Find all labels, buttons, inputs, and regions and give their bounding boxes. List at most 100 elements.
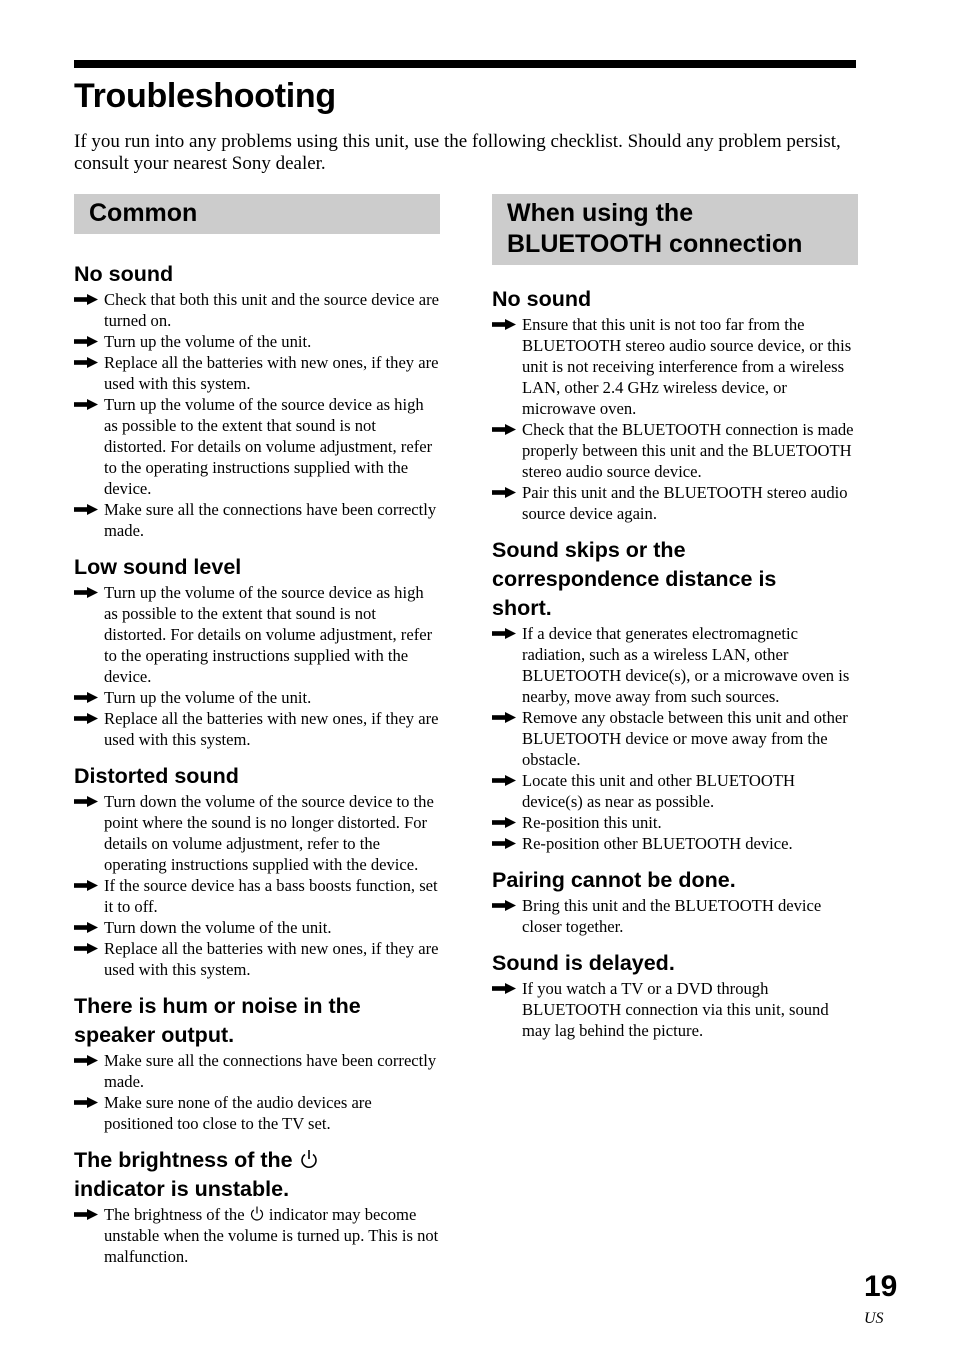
arrow-right-icon <box>74 294 98 305</box>
arrow-right-icon <box>74 587 98 598</box>
item-text: Locate this unit and other BLUETOOTH dev… <box>522 771 795 811</box>
list-item: If you watch a TV or a DVD through BLUET… <box>492 978 858 1041</box>
item-text: Re-position other BLUETOOTH device. <box>522 834 793 853</box>
topic-title: Sound skips or the correspondence distan… <box>492 538 777 620</box>
list-item: Check that both this unit and the source… <box>74 289 440 331</box>
item-text: If you watch a TV or a DVD through BLUET… <box>522 979 829 1040</box>
arrow-right-icon <box>492 487 516 498</box>
arrow-right-icon <box>492 900 516 911</box>
page-title: Troubleshooting <box>74 77 336 115</box>
item-text: If the source device has a bass boosts f… <box>104 876 438 916</box>
list-item: Turn down the volume of the unit. <box>74 917 440 938</box>
topic-title-part1: The brightness of the <box>74 1148 293 1172</box>
item-text: Bring this unit and the BLUETOOTH device… <box>522 896 822 936</box>
page-number: 19 <box>864 1270 898 1303</box>
list-item: Turn up the volume of the unit. <box>74 331 440 352</box>
topic-items: Check that both this unit and the source… <box>74 289 440 541</box>
bluetooth-column: When using the BLUETOOTH connection No s… <box>492 194 858 1041</box>
item-text: Check that the BLUETOOTH connection is m… <box>522 420 854 481</box>
arrow-right-icon <box>74 357 98 368</box>
topic-bt-no-sound: No sound Ensure that this unit is not to… <box>492 285 858 524</box>
arrow-right-icon <box>74 880 98 891</box>
arrow-right-icon <box>492 712 516 723</box>
list-item: Turn up the volume of the unit. <box>74 687 440 708</box>
list-item: Re-position other BLUETOOTH device. <box>492 833 858 854</box>
item-text: Pair this unit and the BLUETOOTH stereo … <box>522 483 848 523</box>
topic-items: Ensure that this unit is not too far fro… <box>492 314 858 524</box>
list-item: Make sure none of the audio devices are … <box>74 1092 440 1134</box>
topic-no-sound: No sound Check that both this unit and t… <box>74 260 440 541</box>
topic-title: Distorted sound <box>74 764 239 788</box>
arrow-right-icon <box>74 336 98 347</box>
list-item: Replace all the batteries with new ones,… <box>74 352 440 394</box>
topic-sound-delayed: Sound is delayed. If you watch a TV or a… <box>492 949 858 1041</box>
section-heading-bluetooth: When using the BLUETOOTH connection <box>492 194 858 265</box>
list-item: Turn up the volume of the source device … <box>74 394 440 499</box>
arrow-right-icon <box>74 1097 98 1108</box>
list-item: Ensure that this unit is not too far fro… <box>492 314 858 419</box>
arrow-right-icon <box>74 504 98 515</box>
topic-title: Low sound level <box>74 555 242 579</box>
section-heading-common: Common <box>74 194 440 234</box>
arrow-right-icon <box>492 817 516 828</box>
arrow-right-icon <box>492 983 516 994</box>
power-icon <box>300 1150 317 1168</box>
topic-distorted-sound: Distorted sound Turn down the volume of … <box>74 762 440 980</box>
arrow-right-icon <box>74 922 98 933</box>
list-item: Check that the BLUETOOTH connection is m… <box>492 419 858 482</box>
item-text: Turn up the volume of the source device … <box>104 395 433 498</box>
item-text: Turn up the volume of the source device … <box>104 583 433 686</box>
section-heading-line1: When using the <box>507 199 694 227</box>
arrow-right-icon <box>74 943 98 954</box>
list-item: Replace all the batteries with new ones,… <box>74 708 440 750</box>
item-text: Replace all the batteries with new ones,… <box>104 709 439 749</box>
topic-title: Pairing cannot be done. <box>492 868 736 892</box>
arrow-right-icon <box>492 838 516 849</box>
arrow-right-icon <box>74 796 98 807</box>
list-item: Remove any obstacle between this unit an… <box>492 707 858 770</box>
list-item: Make sure all the connections have been … <box>74 499 440 541</box>
topic-items: The brightness of the indicator may beco… <box>74 1204 440 1267</box>
topic-items: If a device that generates electromagnet… <box>492 623 858 854</box>
power-icon <box>250 1206 263 1221</box>
topic-pairing: Pairing cannot be done. Bring this unit … <box>492 866 858 937</box>
topic-items: Turn down the volume of the source devic… <box>74 791 440 980</box>
top-rule <box>74 60 856 68</box>
list-item: Replace all the batteries with new ones,… <box>74 938 440 980</box>
list-item: If a device that generates electromagnet… <box>492 623 858 707</box>
list-item: The brightness of the indicator may beco… <box>74 1204 440 1267</box>
list-item: Turn down the volume of the source devic… <box>74 791 440 875</box>
arrow-right-icon <box>492 319 516 330</box>
item-text: Turn down the volume of the unit. <box>104 918 332 937</box>
item-text: Make sure all the connections have been … <box>104 500 437 540</box>
intro-paragraph: If you run into any problems using this … <box>74 131 841 174</box>
topic-items: Turn up the volume of the source device … <box>74 582 440 750</box>
arrow-right-icon <box>74 1055 98 1066</box>
topic-sound-skips: Sound skips or the correspondence distan… <box>492 536 858 854</box>
topic-items: Bring this unit and the BLUETOOTH device… <box>492 895 858 937</box>
item-text: Replace all the batteries with new ones,… <box>104 939 439 979</box>
topic-brightness-indicator: The brightness of the indicator is unsta… <box>74 1146 440 1267</box>
common-column: Common No sound Check that both this uni… <box>74 194 440 1267</box>
topic-title: No sound <box>74 262 174 286</box>
section-heading-line2: BLUETOOTH connection <box>507 230 803 258</box>
arrow-right-icon <box>74 692 98 703</box>
region-code: US <box>864 1310 884 1327</box>
topic-title-part2: indicator is unstable. <box>74 1177 290 1201</box>
arrow-right-icon <box>492 775 516 786</box>
arrow-right-icon <box>492 424 516 435</box>
topic-title: Sound is delayed. <box>492 951 675 975</box>
topic-hum-noise: There is hum or noise in the speaker out… <box>74 992 440 1134</box>
item-text: If a device that generates electromagnet… <box>522 624 850 706</box>
list-item: If the source device has a bass boosts f… <box>74 875 440 917</box>
topic-title: There is hum or noise in the speaker out… <box>74 994 361 1047</box>
item-text: Make sure none of the audio devices are … <box>104 1093 372 1133</box>
topic-title: The brightness of the indicator is unsta… <box>74 1146 440 1204</box>
item-text: Re-position this unit. <box>522 813 662 832</box>
topic-low-sound-level: Low sound level Turn up the volume of th… <box>74 553 440 750</box>
item-text: Make sure all the connections have been … <box>104 1051 437 1091</box>
item-text: Turn up the volume of the unit. <box>104 332 312 351</box>
list-item: Turn up the volume of the source device … <box>74 582 440 687</box>
topic-items: Make sure all the connections have been … <box>74 1050 440 1134</box>
item-text: Turn up the volume of the unit. <box>104 688 312 707</box>
